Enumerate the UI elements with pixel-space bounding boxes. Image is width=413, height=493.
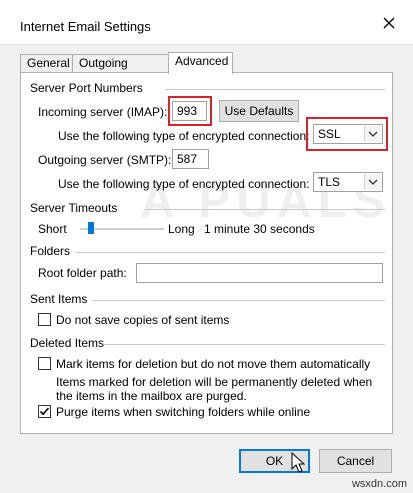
timeout-long-label: Long [168, 222, 195, 236]
window-title: Internet Email Settings [20, 19, 151, 34]
purge-items-label: Purge items when switching folders while… [56, 405, 311, 419]
outgoing-encryption-label: Use the following type of encrypted conn… [58, 177, 310, 191]
deletion-note-line2: the items in the mailbox are purged. [56, 389, 247, 403]
purge-items-checkbox[interactable] [38, 405, 51, 418]
tab-outgoing-server[interactable]: Outgoing Server [72, 54, 169, 87]
section-deleted-items: Deleted Items [30, 336, 105, 350]
root-folder-label: Root folder path: [38, 266, 127, 280]
incoming-server-label: Incoming server (IMAP): [38, 105, 168, 119]
highlight-incoming-port [168, 96, 212, 126]
mark-for-deletion-label: Mark items for deletion but do not move … [56, 357, 371, 371]
section-sent-items: Sent Items [30, 292, 88, 306]
separator [92, 300, 385, 301]
separator [165, 89, 385, 90]
watermark-credit: wsxdn.com [351, 478, 407, 490]
separator [103, 344, 385, 345]
tab-general[interactable]: General [20, 54, 73, 72]
close-icon[interactable] [379, 13, 399, 33]
timeout-short-label: Short [38, 222, 67, 236]
cursor-icon [291, 452, 305, 473]
highlight-incoming-encryption [306, 117, 388, 151]
title-bar: Internet Email Settings [0, 0, 413, 45]
outgoing-encryption-select[interactable]: TLS [313, 172, 383, 192]
internet-email-settings-dialog: Internet Email Settings General Outgoing… [0, 0, 413, 493]
timeout-slider-thumb[interactable] [88, 222, 94, 234]
use-defaults-button[interactable]: Use Defaults [219, 100, 299, 122]
section-folders: Folders [30, 244, 71, 258]
no-save-sent-label: Do not save copies of sent items [56, 313, 230, 327]
outgoing-port-input[interactable]: 587 [172, 149, 209, 169]
deletion-note-line1: Items marked for deletion will be perman… [56, 375, 373, 389]
no-save-sent-checkbox[interactable] [38, 313, 51, 326]
tab-advanced[interactable]: Advanced [168, 52, 233, 74]
mark-for-deletion-checkbox[interactable] [38, 357, 51, 370]
section-server-timeouts: Server Timeouts [30, 201, 118, 215]
separator [145, 209, 385, 210]
root-folder-path-input[interactable] [136, 263, 383, 283]
incoming-encryption-label: Use the following type of encrypted conn… [58, 129, 310, 143]
section-server-port-numbers: Server Port Numbers [30, 81, 143, 95]
checkmark-icon [39, 407, 50, 416]
separator [75, 252, 385, 253]
cancel-button[interactable]: Cancel [319, 449, 392, 473]
timeout-value: 1 minute 30 seconds [204, 222, 315, 236]
chevron-down-icon [364, 174, 381, 190]
outgoing-server-label: Outgoing server (SMTP): [38, 153, 172, 167]
